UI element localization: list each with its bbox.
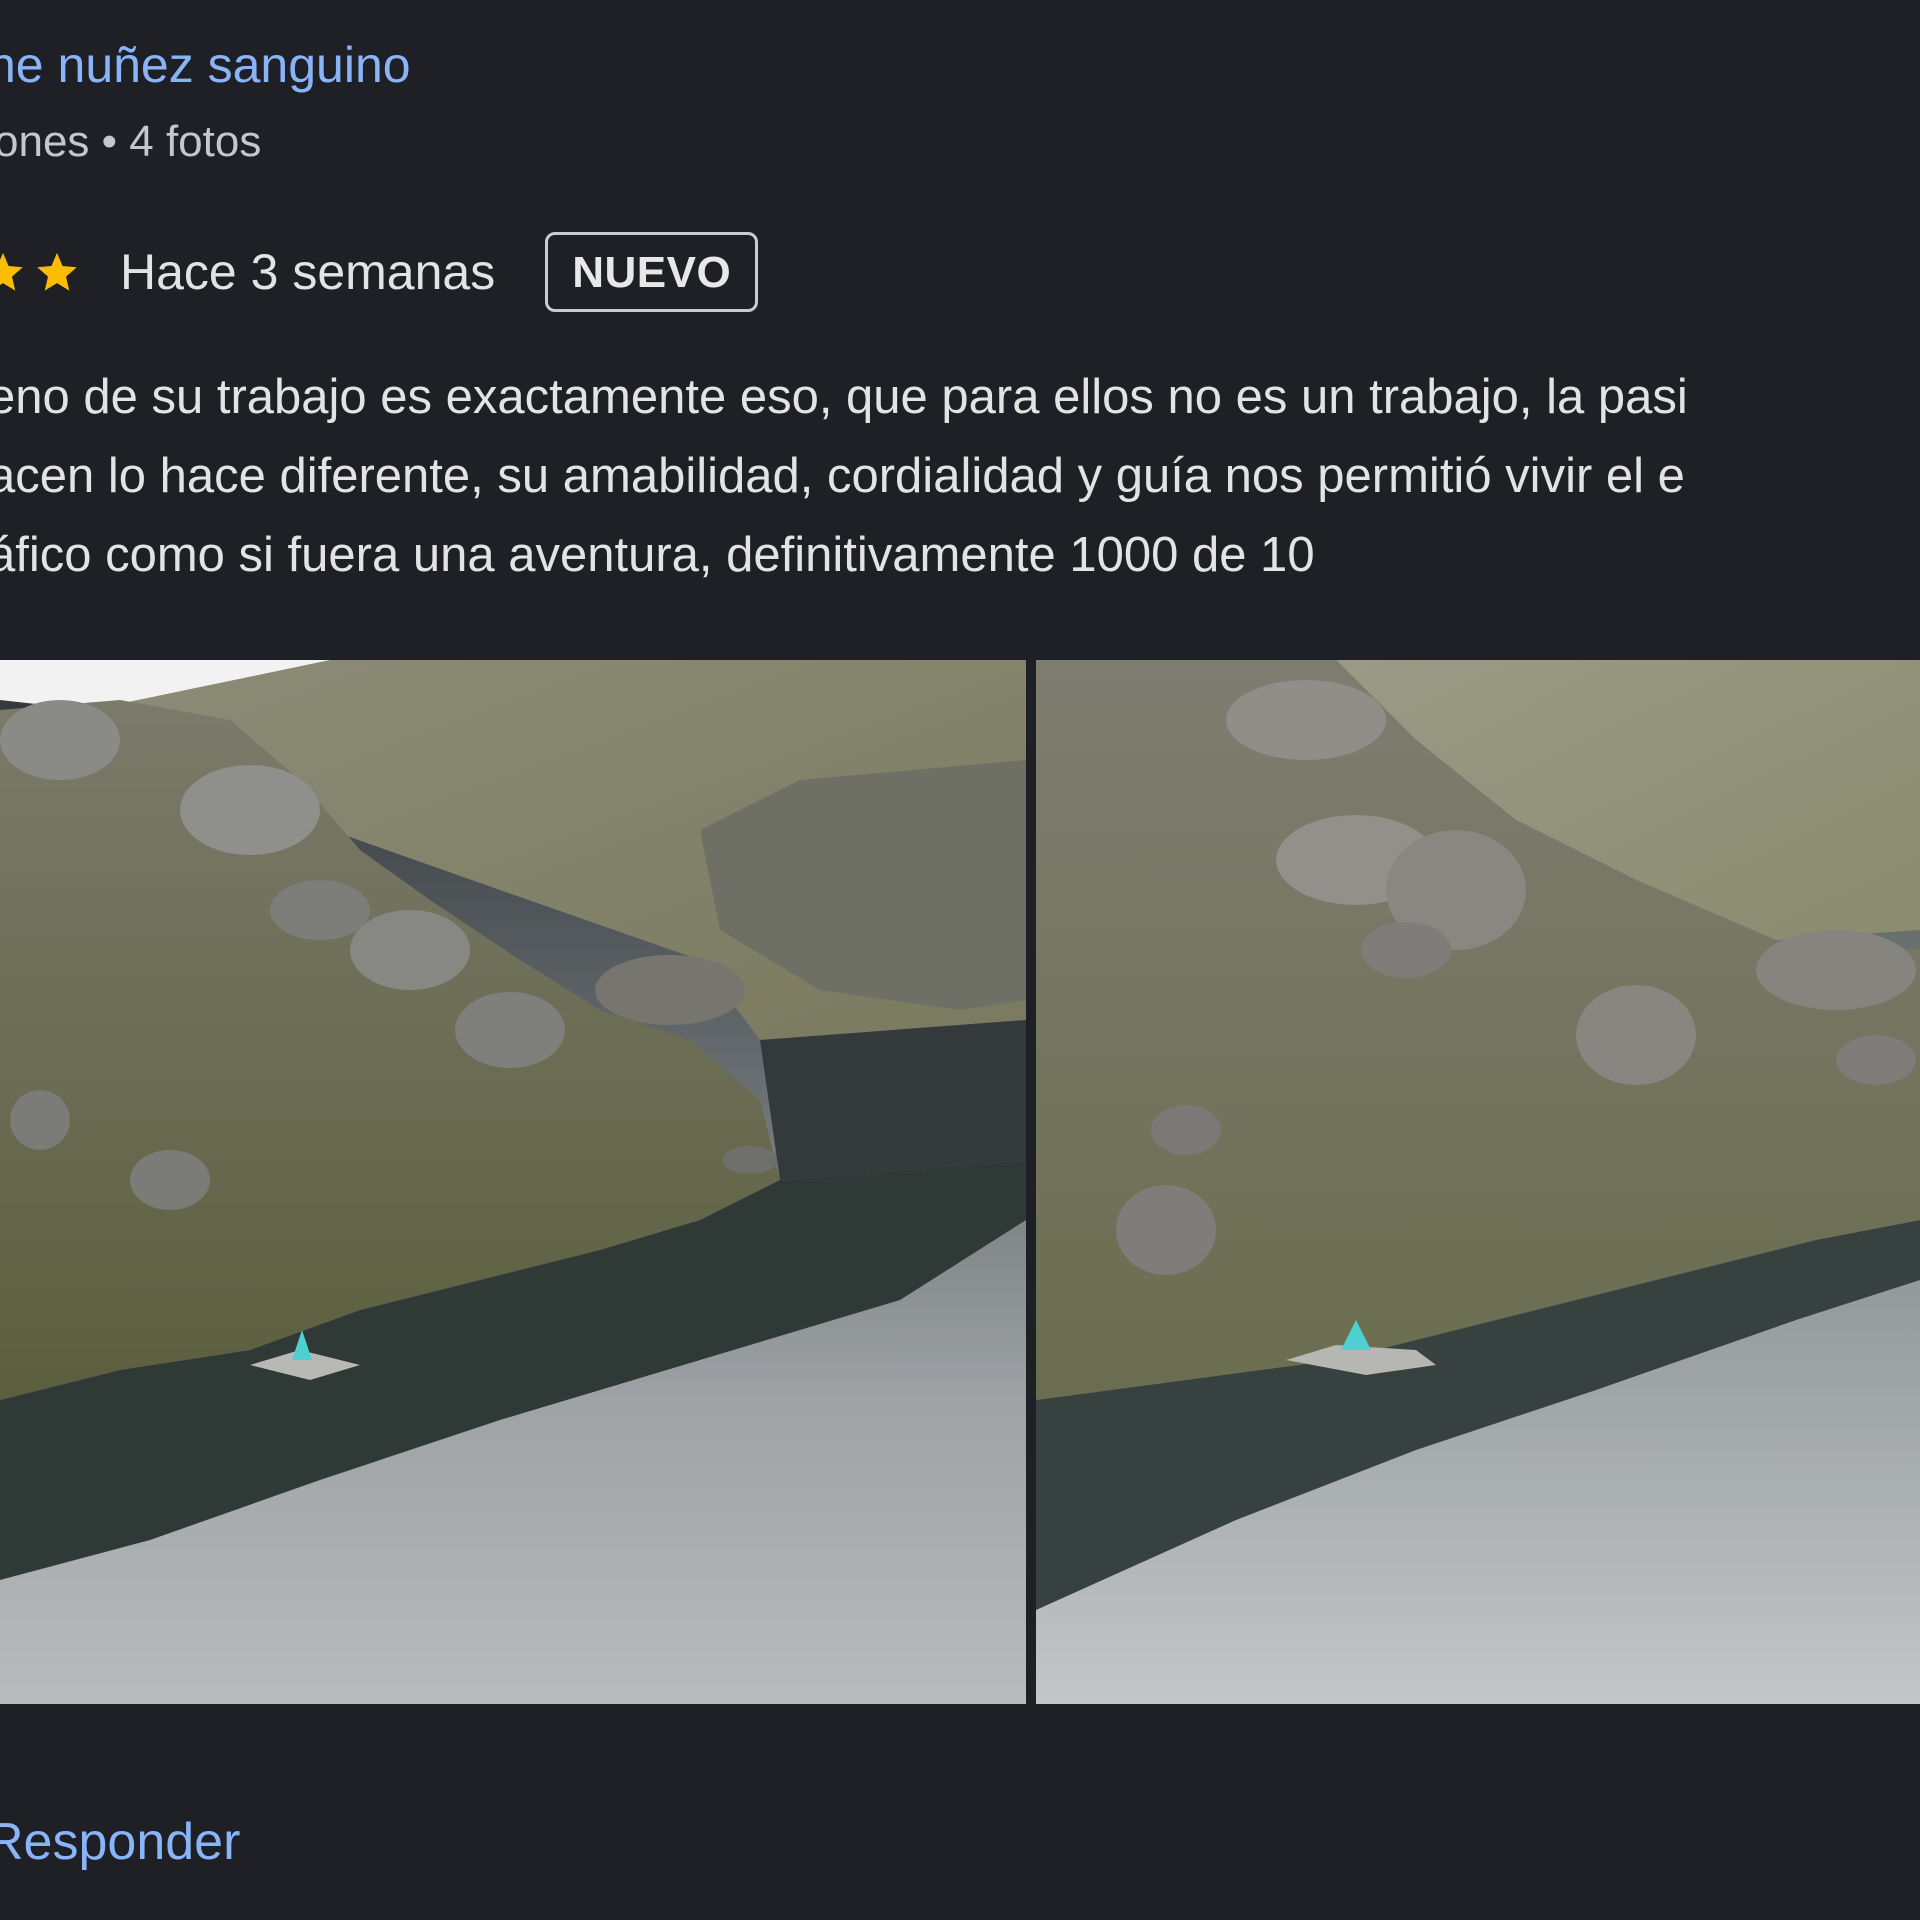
reply-button[interactable]: Responder — [0, 1816, 240, 1868]
review-photos — [0, 660, 1920, 1704]
review-date: Hace 3 semanas — [120, 244, 496, 300]
reviewer-meta: ones • 4 fotos — [0, 117, 262, 166]
reviewer-name-link[interactable]: ne nuñez sanguino — [0, 40, 411, 90]
review-photo-2[interactable] — [1036, 660, 1920, 1704]
new-badge: NUEVO — [545, 232, 759, 312]
star-rating — [0, 249, 88, 295]
review-text-line: eno de su trabajo es exactamente eso, qu… — [0, 370, 1688, 424]
review-text: eno de su trabajo es exactamente eso, qu… — [0, 358, 1920, 595]
rating-row: Hace 3 semanas NUEVO — [0, 232, 759, 312]
review-photo-1[interactable] — [0, 660, 1026, 1704]
landscape-photo-lake-icon — [1036, 660, 1920, 1704]
star-icon — [0, 249, 26, 295]
review-text-line: áfico como si fuera una aventura, defini… — [0, 528, 1315, 582]
review-text-line: acen lo hace diferente, su amabilidad, c… — [0, 449, 1685, 503]
landscape-photo-lake-icon — [0, 660, 1026, 1704]
star-icon — [34, 249, 80, 295]
